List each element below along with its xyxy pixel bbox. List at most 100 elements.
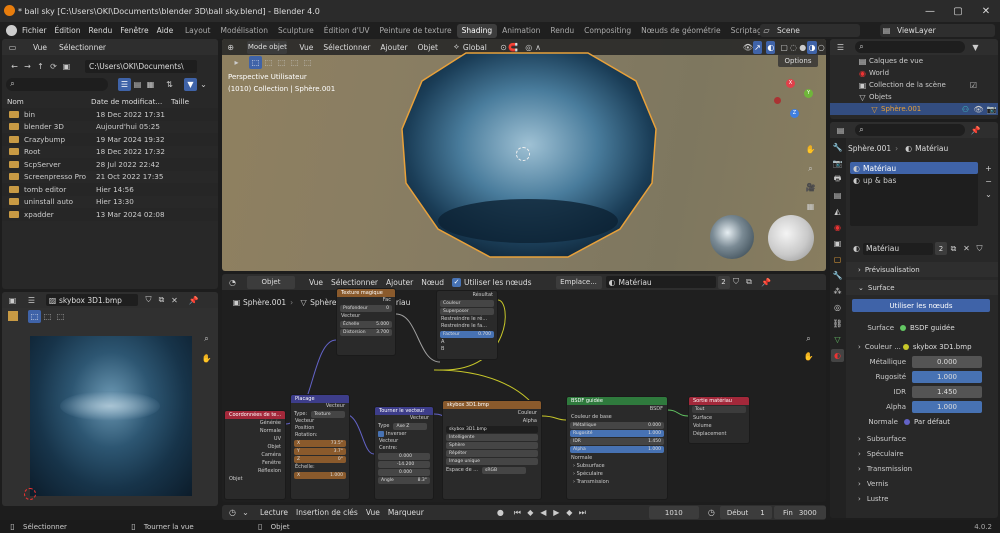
image-proj[interactable]: Sphère (446, 442, 538, 449)
play-icon[interactable]: ▶ (550, 506, 563, 519)
select-extend-icon[interactable]: ⬚ (262, 56, 275, 69)
current-frame-field[interactable]: 1010 (648, 506, 699, 519)
tl-menu-keying[interactable]: Insertion de clés (296, 508, 358, 517)
mapping-rx[interactable]: X 73.5° (294, 440, 346, 447)
use-nodes-button[interactable]: Utiliser les nœuds (852, 299, 990, 312)
select-mode2-icon[interactable]: ⬚ (54, 310, 67, 323)
record-icon[interactable]: ● (494, 506, 507, 519)
mapping-rz[interactable]: Z 0° (294, 456, 346, 463)
magic-distortion[interactable]: Distorsion 3.700 (340, 329, 392, 336)
tab-layout[interactable]: Layout (180, 24, 216, 38)
image-selector[interactable]: ▨ skybox 3D1.bmp (46, 294, 138, 306)
modifier-tab-icon[interactable]: 🔧 (831, 269, 844, 282)
tab-texture-paint[interactable]: Peinture de texture (374, 24, 456, 38)
camera-view-icon[interactable]: 🎥 (804, 181, 817, 194)
properties-search[interactable]: ⌕ (855, 124, 965, 136)
jump-start-icon[interactable]: ⏮ (511, 506, 524, 519)
invert-checkbox[interactable] (378, 431, 384, 437)
back-arrow-icon[interactable]: ← (8, 60, 21, 73)
subsurface-section[interactable]: › Subsurface (846, 431, 998, 446)
tab-shading[interactable]: Shading (456, 23, 498, 38)
zoom-icon[interactable]: ⌕ (804, 162, 817, 175)
ior-field[interactable]: 1.450 (912, 385, 982, 398)
mix-type[interactable]: Couleur (440, 300, 494, 307)
tab-modeling[interactable]: Modélisation (216, 24, 273, 38)
play-reverse-icon[interactable]: ◀ (537, 506, 550, 519)
output-tab-icon[interactable]: 🖶 (831, 173, 844, 186)
prev-key-icon[interactable]: ◆ (524, 506, 537, 519)
gizmo-y-axis[interactable]: Y (804, 89, 813, 98)
forward-arrow-icon[interactable]: → (21, 60, 34, 73)
file-row[interactable]: Root 18 Dec 2022 17:32 (2, 146, 218, 159)
scene-selector[interactable]: ▱ Scene (760, 24, 860, 37)
image-colorspace[interactable]: Espace de ... sRGB (443, 466, 541, 474)
timeline-menu-icon[interactable]: ⌄ (239, 506, 252, 519)
file-row[interactable]: xpadder 13 Mar 2024 02:08 (2, 208, 218, 221)
viewport-type-icon[interactable]: ⊕ (226, 41, 235, 54)
image-editor-type-icon[interactable]: ▣ (6, 294, 19, 307)
rotate-type[interactable]: Type Axe Z (375, 422, 433, 430)
fb-search-input[interactable]: ⌕ (6, 77, 108, 91)
maximize-icon[interactable]: ▢ (944, 0, 972, 22)
tab-uv-editing[interactable]: Édition d'UV (319, 24, 375, 38)
material-users-count[interactable]: 2 (935, 242, 947, 255)
pan-hand-icon[interactable]: ✋ (804, 143, 817, 156)
file-row[interactable]: bin 18 Dec 2022 17:31 (2, 108, 218, 121)
new-image-icon[interactable]: ⧉ (155, 294, 168, 307)
magic-scale[interactable]: Échelle 5.000 (340, 321, 392, 328)
file-row[interactable]: Screenpresso Pro 21 Oct 2022 17:35 (2, 171, 218, 184)
shading-rendered-icon[interactable]: ○ (817, 41, 826, 54)
select-box-icon[interactable]: ⬚ (249, 56, 262, 69)
outliner-type-icon[interactable]: ☰ (834, 41, 847, 54)
file-row[interactable]: Crazybump 19 Mar 2024 19:32 (2, 133, 218, 146)
outliner-world[interactable]: ◉ World (830, 67, 998, 79)
roughness-field[interactable]: 1.000 (912, 370, 982, 383)
material-name-field[interactable]: Matériau (863, 242, 933, 255)
start-frame-field[interactable]: Début 1 (719, 506, 772, 519)
shading-wireframe-icon[interactable]: ◌ (789, 41, 798, 54)
tab-animation[interactable]: Animation (497, 24, 545, 38)
gizmo-neg-axis[interactable] (774, 97, 781, 104)
file-row[interactable]: ScpServer 28 Jul 2022 22:42 (2, 158, 218, 171)
node-texture-coordinate[interactable]: Coordonnées de te... Générée Normale UV … (224, 410, 286, 500)
pin-material-icon[interactable]: ⛉ (973, 242, 986, 255)
sheen-section[interactable]: › Lustre (846, 491, 998, 506)
vertical-list-icon[interactable]: ☰ (118, 77, 131, 91)
outliner-search[interactable]: ⌕ (855, 41, 965, 53)
rotate-invert[interactable]: Inverser (375, 430, 433, 438)
outliner-sphere[interactable]: ▽ Sphère.001 ⚇ 👁 📷 (830, 103, 998, 115)
data-tab-icon[interactable]: ▽ (831, 333, 844, 346)
metallic-field[interactable]: 0.000 (912, 355, 982, 368)
fb-menu-select[interactable]: Sélectionner (59, 43, 106, 52)
bsdf-transmission[interactable]: › Transmission (567, 478, 667, 486)
add-slot-icon[interactable]: + (982, 162, 995, 175)
properties-type-icon[interactable]: ▤ (834, 124, 847, 137)
fake-user-icon[interactable]: ⛉ (142, 294, 155, 307)
pan-hand-icon[interactable]: ✋ (200, 352, 213, 365)
vp-menu-select[interactable]: Sélectionner (323, 43, 370, 52)
render-tab-icon[interactable]: 📷 (831, 157, 844, 170)
tl-menu-view[interactable]: Vue (366, 508, 380, 517)
camera-icon[interactable]: 📷 (985, 103, 998, 116)
node-image-texture[interactable]: skybox 3D1.bmp Couleur Alpha skybox 3D1.… (442, 400, 542, 500)
world-tab-icon[interactable]: ◉ (831, 221, 844, 234)
image-node-file[interactable]: skybox 3D1.bmp (446, 426, 538, 433)
next-key-icon[interactable]: ◆ (563, 506, 576, 519)
output-target[interactable]: Tout (692, 406, 746, 413)
rotate-cz[interactable]: 0.000 (378, 469, 430, 476)
bsdf-subsurface[interactable]: › Subsurface (567, 462, 667, 470)
pin-icon[interactable]: 📌 (969, 124, 982, 137)
fb-path-field[interactable]: C:\Users\OKI\Documents\ (85, 59, 197, 73)
slot-menu-icon[interactable]: ⌄ (982, 188, 995, 201)
sort-icon[interactable]: ⇅ (163, 78, 176, 91)
coords-object[interactable]: Objet (225, 475, 285, 483)
refresh-icon[interactable]: ⟳ (47, 60, 60, 73)
tab-sculpting[interactable]: Sculpture (273, 24, 319, 38)
node-mix-color[interactable]: Résultat Couleur Superposer Restreindre … (436, 290, 498, 360)
constraints-tab-icon[interactable]: ⛓ (831, 317, 844, 330)
xray-icon[interactable]: ▢ (779, 41, 788, 54)
select-invert-icon[interactable]: ⬚ (288, 56, 301, 69)
new-folder-icon[interactable]: ▣ (60, 60, 73, 73)
outliner-objects[interactable]: ▽ Objets (830, 91, 998, 103)
bsdf-ior[interactable]: IDR 1.450 (570, 438, 664, 445)
